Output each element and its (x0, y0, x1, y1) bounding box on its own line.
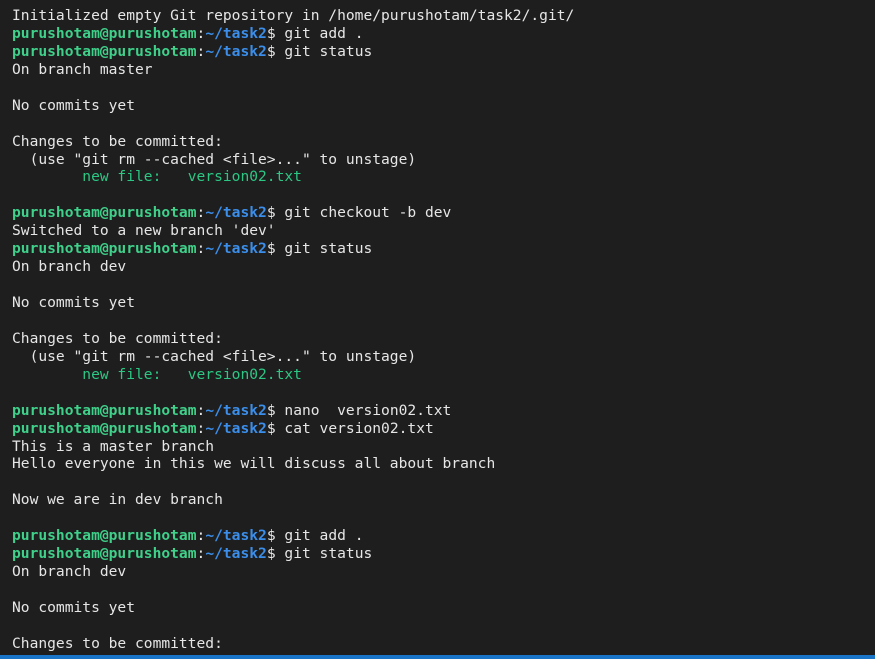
terminal-output: Initialized empty Git repository in /hom… (12, 7, 574, 653)
staged-file-line: new file: version02.txt (12, 366, 574, 384)
prompt-user: purushotam@purushotam (12, 527, 197, 545)
output-text: Changes to be committed: (12, 634, 223, 652)
prompt-colon: : (196, 24, 206, 42)
output-text: On branch master (12, 60, 153, 78)
output-line: (use "git rm --cached <file>..." to unst… (12, 151, 574, 169)
command-text: cat version02.txt (284, 419, 434, 437)
prompt-user: purushotam@purushotam (12, 42, 197, 60)
prompt-line: purushotam@purushotam:~/task2$ cat versi… (12, 420, 574, 438)
command-text: git add . (284, 527, 364, 545)
command-text: git status (284, 42, 373, 60)
prompt-dollar: $ (266, 401, 285, 419)
staged-file-text: new file: version02.txt (12, 168, 302, 186)
output-line: No commits yet (12, 294, 574, 312)
output-line: No commits yet (12, 97, 574, 115)
output-text: No commits yet (12, 294, 136, 311)
prompt-colon: : (196, 545, 206, 563)
output-text: Hello everyone in this we will discuss a… (12, 455, 496, 473)
prompt-line: purushotam@purushotam:~/task2$ git statu… (12, 240, 574, 258)
prompt-user: purushotam@purushotam (12, 240, 197, 258)
prompt-colon: : (196, 204, 206, 222)
output-line: Changes to be committed: (12, 635, 574, 653)
output-line: On branch dev (12, 563, 574, 581)
output-line: This is a master branch (12, 438, 574, 456)
command-text: git checkout -b dev (284, 204, 452, 222)
prompt-user: purushotam@purushotam (12, 24, 197, 42)
terminal-window[interactable]: Initialized empty Git repository in /hom… (0, 0, 875, 655)
output-text: Changes to be committed: (12, 132, 223, 150)
command-text: nano version02.txt (284, 401, 452, 419)
prompt-path: ~/task2 (205, 419, 267, 437)
command-text: git status (284, 545, 373, 563)
prompt-line: purushotam@purushotam:~/task2$ git add . (12, 527, 574, 545)
prompt-path: ~/task2 (205, 42, 267, 60)
prompt-path: ~/task2 (205, 240, 267, 258)
prompt-user: purushotam@purushotam (12, 545, 197, 563)
prompt-line: purushotam@purushotam:~/task2$ git check… (12, 204, 574, 222)
prompt-colon: : (196, 401, 206, 419)
output-text: On branch dev (12, 563, 127, 581)
prompt-dollar: $ (266, 419, 285, 437)
output-line: (use "git rm --cached <file>..." to unst… (12, 348, 574, 366)
prompt-path: ~/task2 (205, 527, 267, 545)
output-line: On branch dev (12, 258, 574, 276)
command-text: git add . (284, 24, 364, 42)
output-line: Hello everyone in this we will discuss a… (12, 455, 574, 473)
output-line: Initialized empty Git repository in /hom… (12, 7, 574, 25)
bottom-status-bar (0, 655, 875, 659)
output-text: No commits yet (12, 96, 136, 114)
prompt-dollar: $ (266, 527, 285, 545)
output-text: Initialized empty Git repository in /hom… (12, 7, 575, 24)
output-text: (use "git rm --cached <file>..." to unst… (12, 347, 417, 365)
prompt-line: purushotam@purushotam:~/task2$ git statu… (12, 43, 574, 61)
prompt-line: purushotam@purushotam:~/task2$ git add . (12, 25, 574, 43)
output-text: Switched to a new branch 'dev' (12, 222, 276, 240)
prompt-dollar: $ (266, 240, 285, 258)
prompt-colon: : (196, 527, 206, 545)
prompt-dollar: $ (266, 545, 285, 563)
prompt-user: purushotam@purushotam (12, 401, 197, 419)
prompt-line: purushotam@purushotam:~/task2$ nano vers… (12, 402, 574, 420)
prompt-user: purushotam@purushotam (12, 204, 197, 222)
output-line: Changes to be committed: (12, 133, 574, 151)
output-text: Changes to be committed: (12, 329, 223, 347)
output-text: On branch dev (12, 258, 127, 276)
prompt-colon: : (196, 240, 206, 258)
staged-file-text: new file: version02.txt (12, 365, 302, 383)
prompt-path: ~/task2 (205, 545, 267, 563)
prompt-path: ~/task2 (205, 24, 267, 42)
prompt-path: ~/task2 (205, 401, 267, 419)
output-line: Now we are in dev branch (12, 491, 574, 509)
output-text: This is a master branch (12, 437, 215, 455)
output-text: Now we are in dev branch (12, 491, 223, 509)
prompt-path: ~/task2 (205, 204, 267, 222)
output-text: No commits yet (12, 598, 136, 616)
prompt-colon: : (196, 419, 206, 437)
output-line: Switched to a new branch 'dev' (12, 222, 574, 240)
staged-file-line: new file: version02.txt (12, 168, 574, 186)
output-line: Changes to be committed: (12, 330, 574, 348)
command-text: git status (284, 240, 373, 258)
prompt-user: purushotam@purushotam (12, 419, 197, 437)
output-line: On branch master (12, 61, 574, 79)
output-text: (use "git rm --cached <file>..." to unst… (12, 150, 417, 168)
output-line: No commits yet (12, 599, 574, 617)
prompt-line: purushotam@purushotam:~/task2$ git statu… (12, 545, 574, 563)
prompt-dollar: $ (266, 24, 285, 42)
prompt-dollar: $ (266, 204, 285, 222)
prompt-dollar: $ (266, 42, 285, 60)
prompt-colon: : (196, 42, 206, 60)
